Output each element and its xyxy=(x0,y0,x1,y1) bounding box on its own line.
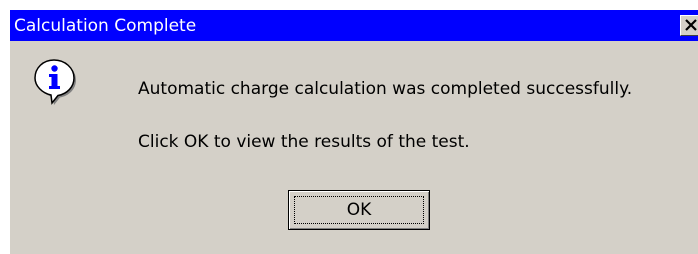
message-line-2: Click OK to view the results of the test… xyxy=(138,132,470,152)
ok-button-label: OK xyxy=(346,200,372,220)
window-title: Calculation Complete xyxy=(14,16,197,36)
close-icon xyxy=(685,19,697,31)
ok-button[interactable]: OK xyxy=(288,190,430,230)
title-bar[interactable]: Calculation Complete xyxy=(10,10,698,41)
info-icon xyxy=(34,59,76,105)
close-button[interactable] xyxy=(680,15,698,36)
calculation-complete-dialog: Calculation Complete Automatic charge ca… xyxy=(10,10,698,254)
message-line-1: Automatic charge calculation was complet… xyxy=(138,79,633,99)
